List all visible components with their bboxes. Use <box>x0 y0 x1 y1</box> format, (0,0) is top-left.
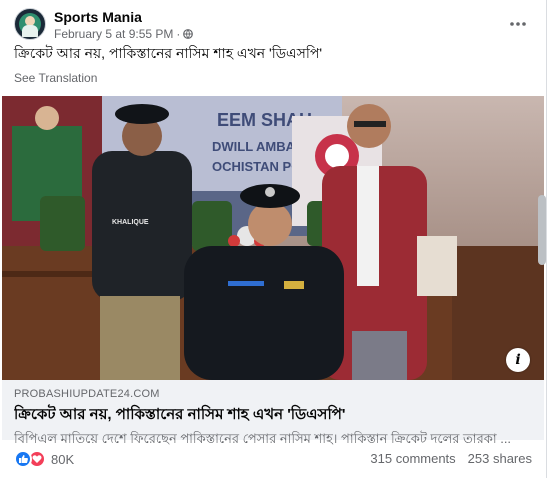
reaction-count: 80K <box>51 451 75 467</box>
link-title[interactable]: ক্রিকেট আর নয়, পাকিস্তানের নাসিম শাহ এখ… <box>14 403 532 428</box>
ceremony-photo: EEM SHAH DWILL AMBASSADOR OCHISTAN POLIC… <box>2 96 544 380</box>
post-timestamp[interactable]: February 5 at 9:55 PM <box>54 27 173 41</box>
link-domain: PROBASHIUPDATE24.COM <box>14 388 160 400</box>
page-name-link[interactable]: Sports Mania <box>54 9 142 25</box>
page-avatar[interactable] <box>14 8 46 40</box>
nameplate-text: KHALIQUE <box>112 219 149 226</box>
post-meta: February 5 at 9:55 PM · <box>54 27 194 41</box>
engagement-bar: 80K 315 comments 253 shares <box>14 448 532 470</box>
comments-count-link[interactable]: 315 comments <box>370 451 455 466</box>
reactions-summary[interactable]: 80K <box>14 450 74 468</box>
globe-icon[interactable] <box>183 29 194 39</box>
scrollbar-thumb[interactable] <box>538 195 546 265</box>
meta-separator: · <box>176 27 181 41</box>
post-photo[interactable]: EEM SHAH DWILL AMBASSADOR OCHISTAN POLIC… <box>2 96 544 380</box>
ellipsis-icon[interactable] <box>506 12 530 36</box>
info-icon[interactable]: i <box>506 348 530 372</box>
like-icon <box>14 450 32 468</box>
see-translation-link[interactable]: See Translation <box>14 71 97 85</box>
shares-count-link[interactable]: 253 shares <box>468 451 532 466</box>
link-preview[interactable]: PROBASHIUPDATE24.COM ক্রিকেট আর নয়, পাক… <box>2 380 544 446</box>
post-card: Sports Mania February 5 at 9:55 PM · ক্র… <box>0 0 547 478</box>
post-header: Sports Mania February 5 at 9:55 PM · <box>14 8 534 42</box>
post-caption: ক্রিকেট আর নয়, পাকিস্তানের নাসিম শাহ এখ… <box>14 45 323 61</box>
